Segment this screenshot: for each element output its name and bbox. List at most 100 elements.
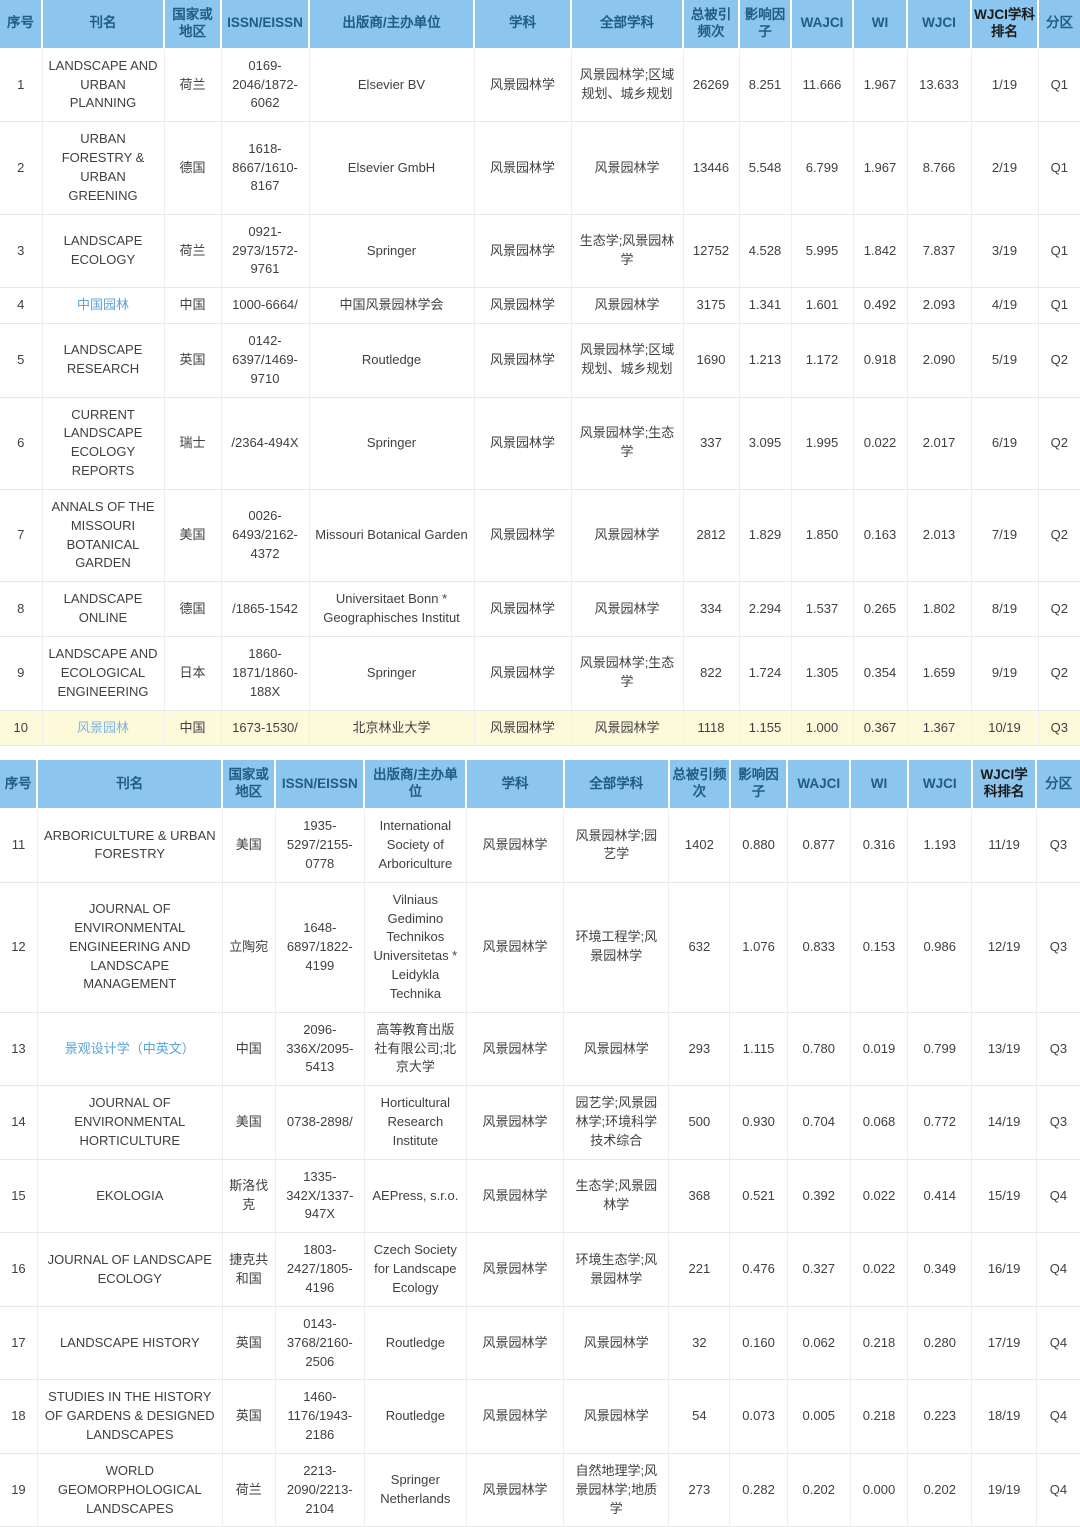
cell-total-citations: 13446 — [683, 121, 740, 215]
table-row[interactable]: 10 风景园林 中国 1673-1530/北京林业大学 风景园林学 风景园林学 1118 1.… — [0, 710, 1080, 747]
column-header-issn[interactable]: ISSN/EISSN — [275, 760, 366, 810]
column-header-total-citations[interactable]: 总被引频次 — [668, 760, 731, 810]
cell-wajci: 0.062 — [787, 1306, 851, 1381]
table-header-1: 序号 刊名 国家或地区 ISSN/EISSN 出版商/主办单位 学科 全部学科 总被引频次 影响… — [0, 0, 1080, 49]
cell-journal-name[interactable]: 风景园林 — [42, 710, 165, 747]
cell-journal-name[interactable]: LANDSCAPE ONLINE — [42, 581, 165, 637]
table-row[interactable]: 19 WORLD GEOMORPHOLOGICAL LANDSCAPES 荷兰 221… — [0, 1453, 1080, 1527]
cell-issn: 2096-336X/2095-5413 — [275, 1012, 365, 1087]
column-header-impact-factor[interactable]: 影响因子 — [729, 760, 789, 810]
cell-total-citations: 2812 — [683, 489, 740, 583]
cell-total-citations: 221 — [668, 1232, 731, 1307]
table-row[interactable]: 17 LANDSCAPE HISTORY 英国 0143-3768/2160-2506… — [0, 1306, 1080, 1381]
cell-publisher: Elsevier BV — [309, 48, 475, 123]
column-header-all-disciplines[interactable]: 全部学科 — [563, 760, 670, 810]
cell-journal-name[interactable]: LANDSCAPE ECOLOGY — [42, 214, 165, 289]
column-header-wajci[interactable]: WAJCI — [787, 760, 852, 810]
table-row[interactable]: 8 LANDSCAPE ONLINE 德国/1865-1542 Universitae… — [0, 581, 1080, 637]
table-row[interactable]: 16 JOURNAL OF LANDSCAPE ECOLOGY 捷克共和国 1803-… — [0, 1232, 1080, 1307]
column-header-publisher[interactable]: 出版商/主办单位 — [364, 760, 468, 810]
table-row[interactable]: 13 景观设计学（中英文） 中国 2096-336X/2095-5413 高等教育出版社… — [0, 1012, 1080, 1087]
cell-quartile: Q2 — [1038, 581, 1080, 637]
column-header-impact-factor[interactable]: 影响因子 — [739, 0, 792, 49]
column-header-issn[interactable]: ISSN/EISSN — [221, 0, 310, 49]
cell-journal-name[interactable]: JOURNAL OF ENVIRONMENTAL ENGINEERING AND… — [37, 882, 223, 1013]
cell-total-citations: 293 — [668, 1012, 731, 1087]
cell-all-disciplines: 环境工程学;风景园林学 — [563, 882, 670, 1013]
column-header-wi[interactable]: WI — [853, 0, 908, 49]
column-header-wajci[interactable]: WAJCI — [791, 0, 854, 49]
cell-quartile: Q1 — [1038, 214, 1080, 289]
table-row[interactable]: 18 STUDIES IN THE HISTORY OF GARDENS & DE… — [0, 1379, 1080, 1454]
table-row[interactable]: 3 LANDSCAPE ECOLOGY 荷兰 0921-2973/1572-9761 S… — [0, 214, 1080, 289]
cell-journal-name[interactable]: LANDSCAPE AND ECOLOGICAL ENGINEERING — [42, 636, 165, 711]
column-header-quartile[interactable]: 分区 — [1036, 760, 1080, 810]
table-row[interactable]: 5 LANDSCAPE RESEARCH 英国 0142-6397/1469-9710… — [0, 323, 1080, 398]
cell-journal-name[interactable]: CURRENT LANDSCAPE ECOLOGY REPORTS — [42, 397, 165, 490]
cell-journal-name[interactable]: STUDIES IN THE HISTORY OF GARDENS & DESI… — [37, 1379, 223, 1454]
table-row[interactable]: 15 EKOLOGIA 斯洛伐克 1335-342X/1337-947X AEPress… — [0, 1159, 1080, 1234]
cell-all-disciplines: 风景园林学 — [571, 489, 684, 583]
cell-wjci: 2.017 — [907, 397, 972, 490]
cell-journal-name[interactable]: LANDSCAPE HISTORY — [37, 1306, 223, 1381]
table-row[interactable]: 1 LANDSCAPE AND URBAN PLANNING 荷兰 0169-2046… — [0, 48, 1080, 123]
cell-journal-name[interactable]: ANNALS OF THE MISSOURI BOTANICAL GARDEN — [42, 489, 165, 583]
table-row[interactable]: 7 ANNALS OF THE MISSOURI BOTANICAL GARDEN… — [0, 489, 1080, 583]
column-header-rank[interactable]: 序号 — [0, 0, 43, 49]
cell-country: 斯洛伐克 — [222, 1159, 276, 1234]
table-row[interactable]: 14 JOURNAL OF ENVIRONMENTAL HORTICULTURE 美… — [0, 1085, 1080, 1160]
column-header-all-disciplines[interactable]: 全部学科 — [571, 0, 684, 49]
cell-total-citations: 26269 — [683, 48, 740, 123]
column-header-wjci-rank[interactable]: WJCI学科排名 — [971, 760, 1038, 810]
cell-journal-name[interactable]: 中国园林 — [42, 287, 165, 325]
cell-publisher: Horticultural Research Institute — [364, 1085, 467, 1160]
column-header-publisher[interactable]: 出版商/主办单位 — [309, 0, 475, 49]
cell-journal-name[interactable]: JOURNAL OF LANDSCAPE ECOLOGY — [37, 1232, 223, 1307]
column-header-journal-name[interactable]: 刊名 — [37, 760, 224, 810]
column-header-wjci[interactable]: WJCI — [907, 760, 973, 810]
cell-wajci: 11.666 — [791, 48, 854, 123]
cell-journal-name[interactable]: EKOLOGIA — [37, 1159, 223, 1234]
table-row[interactable]: 12 JOURNAL OF ENVIRONMENTAL ENGINEERING A… — [0, 882, 1080, 1013]
cell-quartile: Q3 — [1038, 710, 1080, 747]
cell-journal-name[interactable]: JOURNAL OF ENVIRONMENTAL HORTICULTURE — [37, 1085, 223, 1160]
cell-discipline: 风景园林学 — [474, 581, 572, 637]
column-header-journal-name[interactable]: 刊名 — [42, 0, 165, 49]
cell-publisher: Routledge — [364, 1306, 467, 1381]
table-row[interactable]: 2 URBAN FORESTRY & URBAN GREENING 德国 1618-8… — [0, 121, 1080, 215]
table-header-2: 序号 刊名 国家或地区 ISSN/EISSN 出版商/主办单位 学科 全部学科 总被引频次 影响… — [0, 760, 1080, 810]
column-header-wi[interactable]: WI — [850, 760, 909, 810]
cell-journal-name[interactable]: 景观设计学（中英文） — [37, 1012, 223, 1087]
column-header-quartile[interactable]: 分区 — [1038, 0, 1080, 49]
table-row[interactable]: 11 ARBORICULTURE & URBAN FORESTRY 美国 1935-5… — [0, 808, 1080, 883]
cell-issn: 0143-3768/2160-2506 — [275, 1306, 365, 1381]
cell-country: 瑞士 — [164, 397, 222, 490]
cell-journal-name[interactable]: LANDSCAPE AND URBAN PLANNING — [42, 48, 165, 123]
column-header-rank[interactable]: 序号 — [0, 760, 39, 810]
cell-journal-name[interactable]: LANDSCAPE RESEARCH — [42, 323, 165, 398]
column-header-country[interactable]: 国家或地区 — [222, 760, 277, 810]
column-header-total-citations[interactable]: 总被引频次 — [683, 0, 740, 49]
cell-wajci: 6.799 — [791, 121, 854, 215]
cell-wi: 0.218 — [850, 1379, 909, 1454]
table-row[interactable]: 4 中国园林 中国 1000-6664/中国风景园林学会 风景园林学 风景园林学 3175 1… — [0, 287, 1080, 325]
cell-journal-name[interactable]: URBAN FORESTRY & URBAN GREENING — [42, 121, 165, 215]
cell-issn: 0142-6397/1469-9710 — [221, 323, 310, 398]
cell-wjci-rank: 8/19 — [971, 581, 1039, 637]
column-header-wjci[interactable]: WJCI — [907, 0, 972, 49]
column-header-discipline[interactable]: 学科 — [474, 0, 572, 49]
table-row[interactable]: 9 LANDSCAPE AND ECOLOGICAL ENGINEERING 日本 1… — [0, 636, 1080, 711]
cell-all-disciplines: 自然地理学;风景园林学;地质学 — [563, 1453, 670, 1527]
cell-journal-name[interactable]: WORLD GEOMORPHOLOGICAL LANDSCAPES — [37, 1453, 223, 1527]
cell-quartile: Q2 — [1038, 397, 1080, 490]
column-header-country[interactable]: 国家或地区 — [164, 0, 222, 49]
column-header-wjci-rank[interactable]: WJCI学科排名 — [971, 0, 1039, 49]
table-row[interactable]: 6 CURRENT LANDSCAPE ECOLOGY REPORTS 瑞士/236… — [0, 397, 1080, 490]
cell-discipline: 风景园林学 — [466, 1012, 565, 1087]
cell-issn: 1860-1871/1860-188X — [221, 636, 310, 711]
cell-journal-name[interactable]: ARBORICULTURE & URBAN FORESTRY — [37, 808, 223, 883]
cell-issn: 1460-1176/1943-2186 — [275, 1379, 365, 1454]
column-header-discipline[interactable]: 学科 — [466, 760, 565, 810]
cell-impact-factor: 0.880 — [729, 808, 788, 883]
cell-wjci-rank: 2/19 — [971, 121, 1039, 215]
